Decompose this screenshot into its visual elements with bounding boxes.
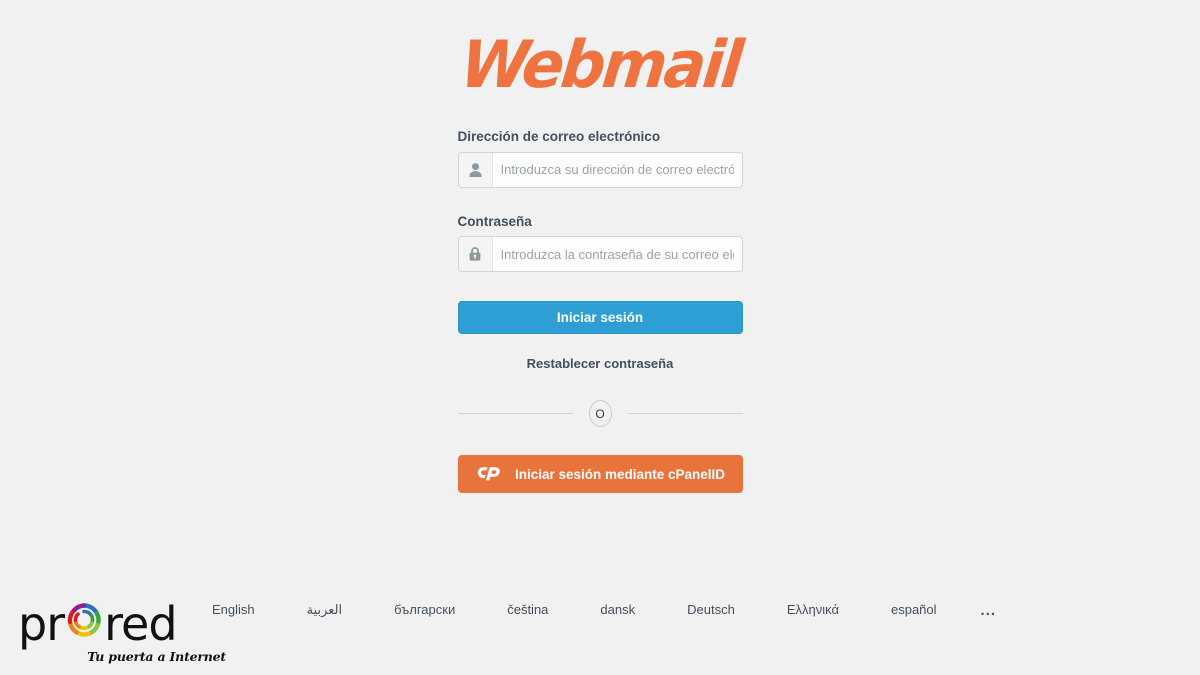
cpanel-logo-icon [475,463,505,486]
prored-swirl-icon [64,600,104,647]
password-label: Contraseña [457,213,532,229]
reset-password-link[interactable]: Restablecer contraseña [458,356,743,371]
email-input[interactable] [492,152,742,187]
more-languages-button[interactable]: ... [963,603,1015,618]
email-label: Dirección de correo electrónico [457,129,661,144]
language-link-czech[interactable]: čeština [481,601,574,619]
login-button[interactable]: Iniciar sesión [457,301,743,335]
provider-wordmark: pr red [18,600,228,647]
divider-rule-left [457,413,573,415]
lock-icon [458,237,493,272]
login-form: Dirección de correo electrónico Contrase… [457,96,743,494]
password-input-group[interactable] [457,236,743,273]
language-link-spanish[interactable]: español [865,601,963,619]
provider-tagline: Tu puerta a Internet [87,649,226,664]
user-icon [458,152,493,187]
language-link-bulgarian[interactable]: български [368,601,481,619]
provider-name-part2: red [104,596,177,651]
brand-header: Webmail [0,0,1200,103]
provider-name-part1: pr [18,596,65,651]
email-field-block: Dirección de correo electrónico [457,128,743,188]
language-link-arabic[interactable]: العربية [281,601,369,619]
divider-label: O [588,400,612,428]
language-link-danish[interactable]: dansk [574,601,661,619]
provider-logo: pr red Tu puerta a Internet [18,600,228,665]
language-link-german[interactable]: Deutsch [661,601,761,619]
email-input-group[interactable] [457,151,743,188]
divider-rule-right [627,413,743,415]
language-link-greek[interactable]: Ελληνικά [761,601,865,619]
cpanelid-login-button[interactable]: Iniciar sesión mediante cPanelID [457,455,743,494]
password-input[interactable] [492,237,742,272]
webmail-logo: Webmail [456,26,744,103]
password-field-block: Contraseña [457,213,743,273]
or-divider: O [457,400,743,428]
cpanelid-button-label: Iniciar sesión mediante cPanelID [514,466,726,482]
